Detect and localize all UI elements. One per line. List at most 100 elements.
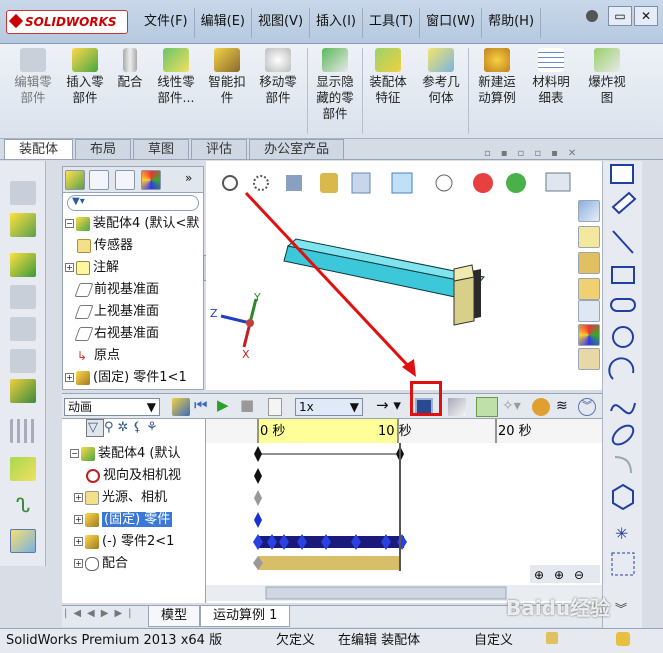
- motion-tree-lights[interactable]: + 光源、相机: [70, 487, 220, 509]
- motor-icon[interactable]: [532, 398, 550, 416]
- sort-icon[interactable]: ⚘: [146, 420, 162, 435]
- collapse-motion-icon[interactable]: ︾: [578, 398, 596, 416]
- menu-help[interactable]: 帮助(H): [482, 8, 542, 38]
- toolbar-extrude-icon[interactable]: [10, 213, 36, 237]
- tab-evaluate[interactable]: 评估: [191, 139, 248, 159]
- restore-button[interactable]: ▭: [608, 6, 632, 26]
- filter-results-icon[interactable]: ⚸: [132, 420, 146, 435]
- filter-selected-icon[interactable]: ✲: [118, 420, 133, 435]
- tree-item-right-plane[interactable]: 右视基准面: [65, 323, 215, 345]
- toolbar-solid-icon[interactable]: [10, 253, 36, 277]
- menu-insert[interactable]: 插入(I): [310, 8, 364, 38]
- menu-window[interactable]: 窗口(W): [420, 8, 483, 38]
- mate-icon: [123, 48, 137, 72]
- new-motion-study-icon: [484, 48, 510, 72]
- task-pane-tabs: [578, 200, 602, 370]
- tree-item-origin[interactable]: ↳ 原点: [65, 345, 215, 367]
- toolbar-shape-icon[interactable]: [10, 285, 36, 309]
- tab-model[interactable]: 模型: [148, 606, 201, 627]
- toolbar-wizard-icon[interactable]: [10, 379, 36, 403]
- play-from-start-icon[interactable]: ⏮: [194, 396, 208, 414]
- tree-item-annotations[interactable]: + 注解: [65, 257, 215, 279]
- task-pane-view-palette-icon[interactable]: [578, 300, 600, 322]
- time-label-10: 10 秒: [378, 424, 412, 439]
- toolbar-cut-icon[interactable]: [10, 317, 36, 341]
- toolbar-curve-icon[interactable]: ᔐ: [10, 493, 36, 517]
- menu-edit[interactable]: 编辑(E): [195, 8, 252, 38]
- tab-sketch[interactable]: 草图: [133, 139, 190, 159]
- spring-icon[interactable]: ≋: [556, 398, 568, 414]
- task-pane-resources-icon[interactable]: [578, 200, 600, 222]
- filter-animated-icon[interactable]: ▽: [86, 419, 104, 437]
- show-hidden-icon: [322, 48, 348, 72]
- tab-assembly[interactable]: 装配体: [4, 139, 74, 159]
- add-key-icon[interactable]: ✧▾: [502, 398, 521, 414]
- tree-item-sensors[interactable]: 传感器: [65, 235, 215, 257]
- task-pane-library-icon[interactable]: [578, 252, 600, 274]
- bom-button[interactable]: 材料明 细表: [526, 48, 576, 106]
- tab-scroll-buttons[interactable]: |◀◀▶▶|: [64, 608, 138, 619]
- toolbar-fillet-icon[interactable]: [10, 349, 36, 373]
- reference-geometry-button[interactable]: 参考几 何体: [416, 48, 466, 106]
- tree-item-assembly[interactable]: − 装配体4 (默认<默: [65, 213, 215, 235]
- toolbar-pattern-icon[interactable]: [10, 419, 36, 443]
- motion-tree-part1[interactable]: + (固定) 零件: [70, 509, 220, 531]
- play-icon[interactable]: ▶: [217, 396, 229, 414]
- autokey-icon[interactable]: [476, 397, 498, 417]
- linear-pattern-button[interactable]: 线性零 部件...: [150, 48, 202, 106]
- hide-show-icon: [435, 174, 453, 192]
- show-hidden-components-button[interactable]: 显示隐 藏的零 部件: [310, 48, 360, 122]
- edit-component-button[interactable]: 编辑零 部件: [8, 48, 58, 106]
- configurationmanager-tab-icon[interactable]: [115, 170, 135, 190]
- motion-tree-part2[interactable]: + (-) 零件2<1: [70, 531, 220, 553]
- motion-tree-mates[interactable]: + 配合: [70, 553, 220, 575]
- playback-mode-icon[interactable]: [268, 398, 282, 416]
- new-motion-study-button[interactable]: 新建运 动算例: [472, 48, 522, 106]
- filter-driving-icon[interactable]: ⚲: [104, 420, 118, 435]
- playback-speed-select[interactable]: 1x ▼: [295, 398, 363, 416]
- animation-wizard-icon[interactable]: [448, 398, 466, 416]
- tab-office-products[interactable]: 办公室产品: [249, 139, 345, 159]
- task-pane-appearances-icon[interactable]: [578, 324, 600, 346]
- pin-icon[interactable]: [586, 10, 598, 22]
- study-type-select[interactable]: 动画 ▼: [64, 398, 160, 416]
- sketch-tools: ✳ ︾: [608, 164, 637, 616]
- featuremanager-tab-icon[interactable]: [65, 170, 85, 190]
- toolbar-measure-icon[interactable]: [10, 529, 36, 553]
- propertymanager-tab-icon[interactable]: [89, 170, 109, 190]
- menu-file[interactable]: 文件(F): [138, 8, 195, 38]
- assembly-features-button[interactable]: 装配体 特征: [364, 48, 412, 106]
- help-icon[interactable]: [616, 632, 630, 646]
- stop-icon[interactable]: ■: [240, 396, 254, 414]
- playback-direction-icon[interactable]: → ▾: [376, 396, 401, 414]
- smart-fastener-button[interactable]: 智能扣 件: [204, 48, 250, 106]
- units-status[interactable]: 自定义: [474, 629, 513, 652]
- move-component-button[interactable]: 移动零 部件: [252, 48, 304, 106]
- expand-chevron-icon[interactable]: »: [185, 171, 192, 185]
- menu-view[interactable]: 视图(V): [252, 8, 311, 38]
- tree-item-top-plane[interactable]: 上视基准面: [65, 301, 215, 323]
- toolbar-box-icon[interactable]: [10, 181, 36, 205]
- task-pane-explorer-icon[interactable]: [578, 278, 600, 300]
- timeline-area[interactable]: 0 秒 10 秒 20 秒 ⊕ ⊕ ⊖: [206, 419, 602, 603]
- calculate-icon[interactable]: [172, 398, 190, 416]
- graphics-area[interactable]: Z Y X: [206, 161, 602, 390]
- filter-icon[interactable]: ▼▾: [67, 195, 199, 211]
- display-manager-tab-icon[interactable]: [141, 170, 161, 190]
- scrollbar-thumb: [265, 586, 507, 600]
- close-button[interactable]: ✕: [634, 6, 658, 26]
- motion-tree-assembly[interactable]: − 装配体4 (默认: [70, 443, 220, 465]
- toolbar-sparkle-icon[interactable]: [10, 457, 36, 481]
- tab-motion-study-1[interactable]: 运动算例 1: [200, 606, 291, 627]
- tree-item-part1[interactable]: + (固定) 零件1<1: [65, 367, 215, 389]
- tab-layout[interactable]: 布局: [75, 139, 132, 159]
- tree-item-front-plane[interactable]: 前视基准面: [65, 279, 215, 301]
- exploded-view-button[interactable]: 爆炸视 图: [582, 48, 632, 106]
- task-pane-home-icon[interactable]: [578, 226, 600, 248]
- mate-button[interactable]: 配合: [112, 48, 148, 90]
- motion-tree-orientation[interactable]: 视向及相机视: [70, 465, 220, 487]
- menu-tools[interactable]: 工具(T): [363, 8, 421, 38]
- task-pane-custom-icon[interactable]: [578, 348, 600, 370]
- insert-component-button[interactable]: 插入零 部件: [60, 48, 110, 106]
- status-icon: [546, 632, 558, 644]
